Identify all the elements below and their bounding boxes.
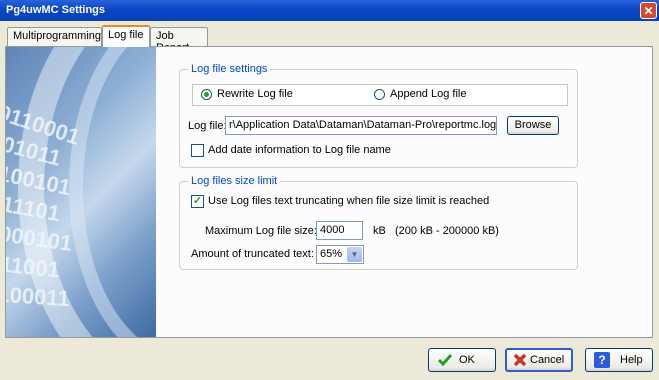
browse-label: Browse [514, 119, 552, 131]
tab-multiprogramming[interactable]: Multiprogramming [7, 27, 102, 46]
amount-value: 65% [320, 248, 343, 260]
tab-label: Multiprogramming [13, 30, 102, 42]
binary-pattern-art: 0110001 0101011 1100101 0011101 1000101 … [6, 47, 138, 337]
rewrite-radio[interactable] [201, 89, 212, 100]
help-icon: ? [594, 352, 610, 368]
max-size-unit: kB (200 kB - 200000 kB) [373, 225, 499, 237]
log-file-path-input[interactable]: r\Application Data\Dataman\Dataman-Pro\r… [225, 116, 497, 135]
close-button[interactable]: ✕ [640, 2, 657, 19]
tab-label: Log file [108, 29, 144, 41]
chevron-down-icon[interactable]: ▼ [347, 247, 362, 262]
cancel-button[interactable]: Cancel [505, 348, 573, 372]
append-radio[interactable] [374, 89, 385, 100]
close-icon: ✕ [643, 4, 654, 18]
x-icon [513, 353, 527, 367]
truncate-checkbox[interactable]: ✓ [191, 195, 204, 208]
truncate-label[interactable]: Use Log files text truncating when file … [208, 195, 489, 207]
group-title: Log files size limit [188, 175, 281, 187]
add-date-checkbox[interactable] [191, 144, 204, 157]
ok-button[interactable]: OK [428, 348, 496, 372]
rewrite-label[interactable]: Rewrite Log file [217, 88, 293, 100]
max-size-label: Maximum Log file size: [205, 225, 317, 237]
tab-job-report[interactable]: Job Report [150, 27, 208, 54]
svg-text:0111001: 0111001 [6, 249, 61, 283]
log-file-settings-group: Log file settings Rewrite Log file Appen… [179, 63, 578, 168]
window-title: Pg4uwMC Settings [6, 4, 106, 16]
log-mode-radio-group: Rewrite Log file Append Log file [192, 84, 568, 106]
log-file-tab-panel: 0110001 0101011 1100101 0011101 1000101 … [5, 46, 653, 338]
decorative-binary-image: 0110001 0101011 1100101 0011101 1000101 … [6, 47, 156, 337]
add-date-label[interactable]: Add date information to Log file name [208, 144, 391, 156]
help-button[interactable]: ? Help [585, 348, 653, 372]
svg-text:1100011: 1100011 [6, 281, 70, 312]
amount-select[interactable]: 65% ▼ [316, 245, 364, 264]
cancel-label: Cancel [530, 354, 565, 366]
browse-button[interactable]: Browse [507, 116, 559, 135]
help-label: Help [620, 354, 643, 366]
group-title: Log file settings [188, 63, 271, 75]
ok-label: OK [459, 354, 475, 366]
tab-log-file[interactable]: Log file [102, 25, 150, 47]
max-size-input[interactable]: 4000 [316, 221, 363, 240]
size-limit-group: Log files size limit ✓ Use Log files tex… [179, 175, 578, 270]
checkmark-icon [437, 354, 453, 367]
amount-label: Amount of truncated text: [191, 248, 314, 260]
window-title-bar[interactable]: Pg4uwMC Settings ✕ [0, 0, 659, 21]
log-file-label: Log file: [188, 120, 227, 132]
append-label[interactable]: Append Log file [390, 88, 466, 100]
